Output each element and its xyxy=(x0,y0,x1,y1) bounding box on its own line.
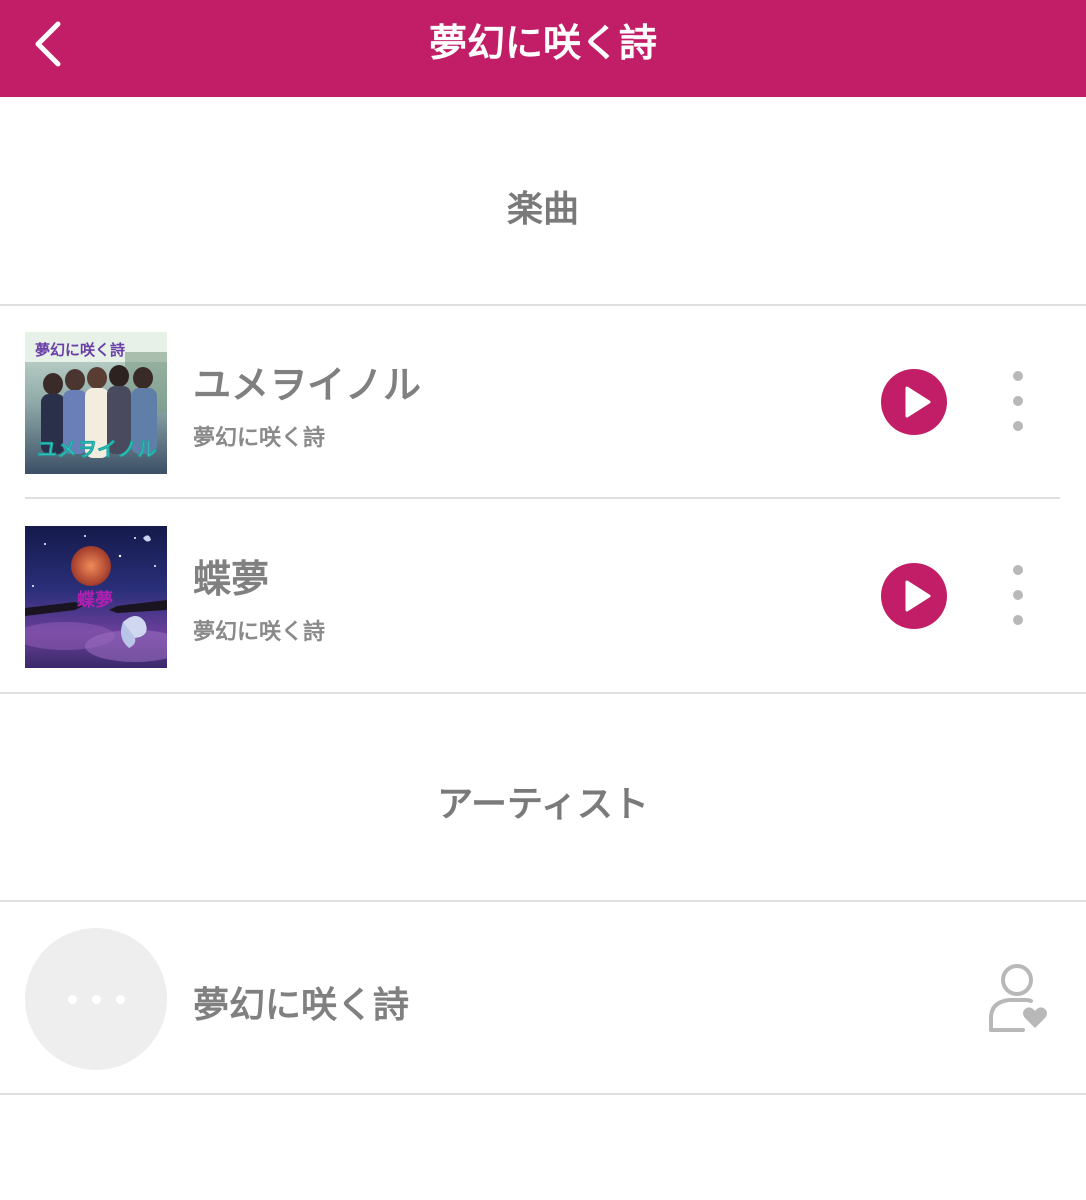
artists-section-heading: アーティスト xyxy=(437,784,649,825)
songs-section-heading: 楽曲 xyxy=(506,189,579,230)
svg-text:蝶夢: 蝶夢 xyxy=(77,589,113,611)
song-title: ユメヲイノル xyxy=(193,363,422,407)
user-heart-icon xyxy=(989,964,1047,1032)
play-icon xyxy=(905,580,931,612)
song-artist: 夢幻に咲く詩 xyxy=(193,426,326,451)
artist-name: 夢幻に咲く詩 xyxy=(193,985,410,1026)
song-list-item[interactable]: 蝶夢 蝶夢 夢幻に咲く詩 xyxy=(0,500,1086,694)
app-header: 夢幻に咲く詩 xyxy=(0,0,1086,97)
play-icon xyxy=(905,386,931,418)
play-button[interactable] xyxy=(881,369,947,435)
more-options-button[interactable] xyxy=(1000,366,1036,438)
song-jacket-image: 夢幻に咲く詩 ユメヲイノル xyxy=(25,332,167,474)
avatar-placeholder-icon xyxy=(25,928,167,1070)
song-artist: 夢幻に咲く詩 xyxy=(193,620,326,645)
divider xyxy=(25,497,1060,499)
page-title: 夢幻に咲く詩 xyxy=(428,21,657,65)
song-list-item[interactable]: 夢幻に咲く詩 ユメヲイノル ユメヲイノル 夢幻に咲く詩 xyxy=(0,306,1086,500)
divider xyxy=(0,692,1086,694)
follow-artist-button[interactable] xyxy=(985,960,1049,1036)
svg-text:ユメヲイノル: ユメヲイノル xyxy=(37,437,157,461)
artist-list-item[interactable]: 夢幻に咲く詩 xyxy=(0,902,1086,1094)
divider xyxy=(0,1093,1086,1095)
play-button[interactable] xyxy=(881,563,947,629)
more-options-button[interactable] xyxy=(1000,560,1036,632)
song-jacket-image: 蝶夢 xyxy=(25,526,167,668)
svg-text:夢幻に咲く詩: 夢幻に咲く詩 xyxy=(35,341,125,359)
song-title: 蝶夢 xyxy=(193,557,270,601)
